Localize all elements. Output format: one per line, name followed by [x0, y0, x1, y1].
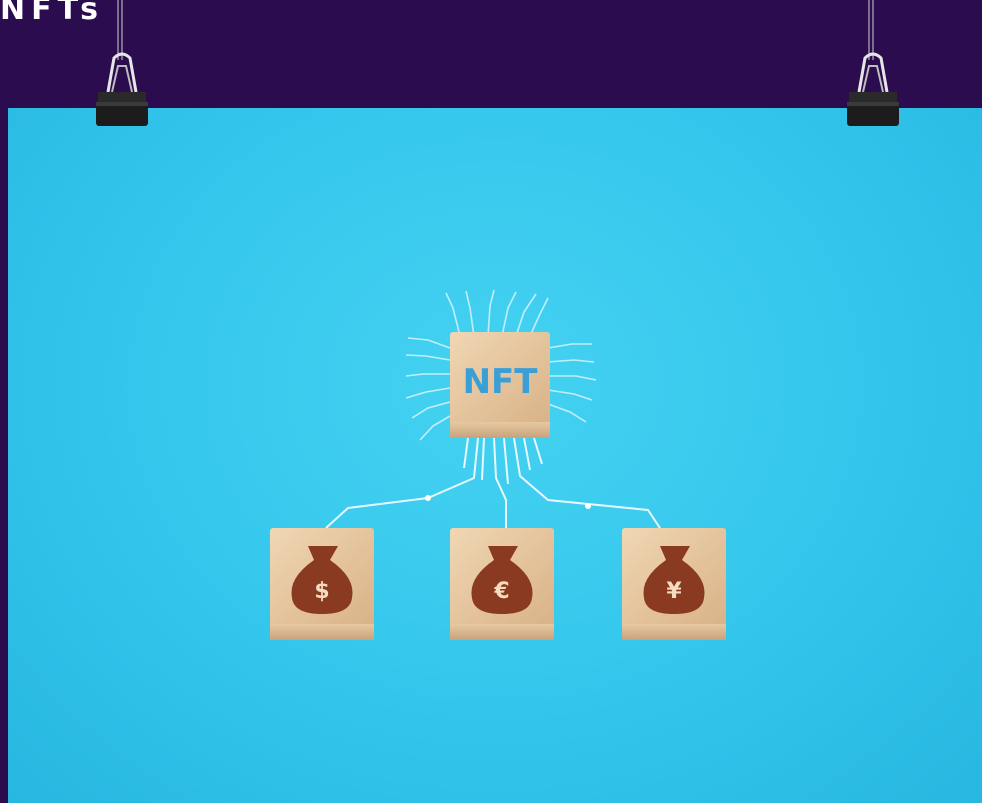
euro-block: €	[450, 528, 554, 640]
poster-image: NFT $ € ¥	[8, 108, 982, 803]
binder-clip-icon	[847, 0, 899, 126]
connector-node	[585, 503, 591, 509]
nft-block: NFT	[450, 332, 550, 438]
dollar-symbol: $	[314, 579, 329, 604]
dollar-block: $	[270, 528, 374, 640]
yen-symbol: ¥	[666, 579, 682, 604]
connector-lines	[325, 437, 661, 529]
yen-block: ¥	[622, 528, 726, 640]
binder-clip-icon	[96, 0, 148, 126]
nft-diagram-illustration: NFT $ € ¥	[270, 289, 726, 640]
connector-node	[425, 495, 431, 501]
nft-block-label: NFT	[463, 362, 539, 402]
euro-symbol: €	[493, 579, 509, 604]
page-title: NFTs	[0, 0, 104, 27]
